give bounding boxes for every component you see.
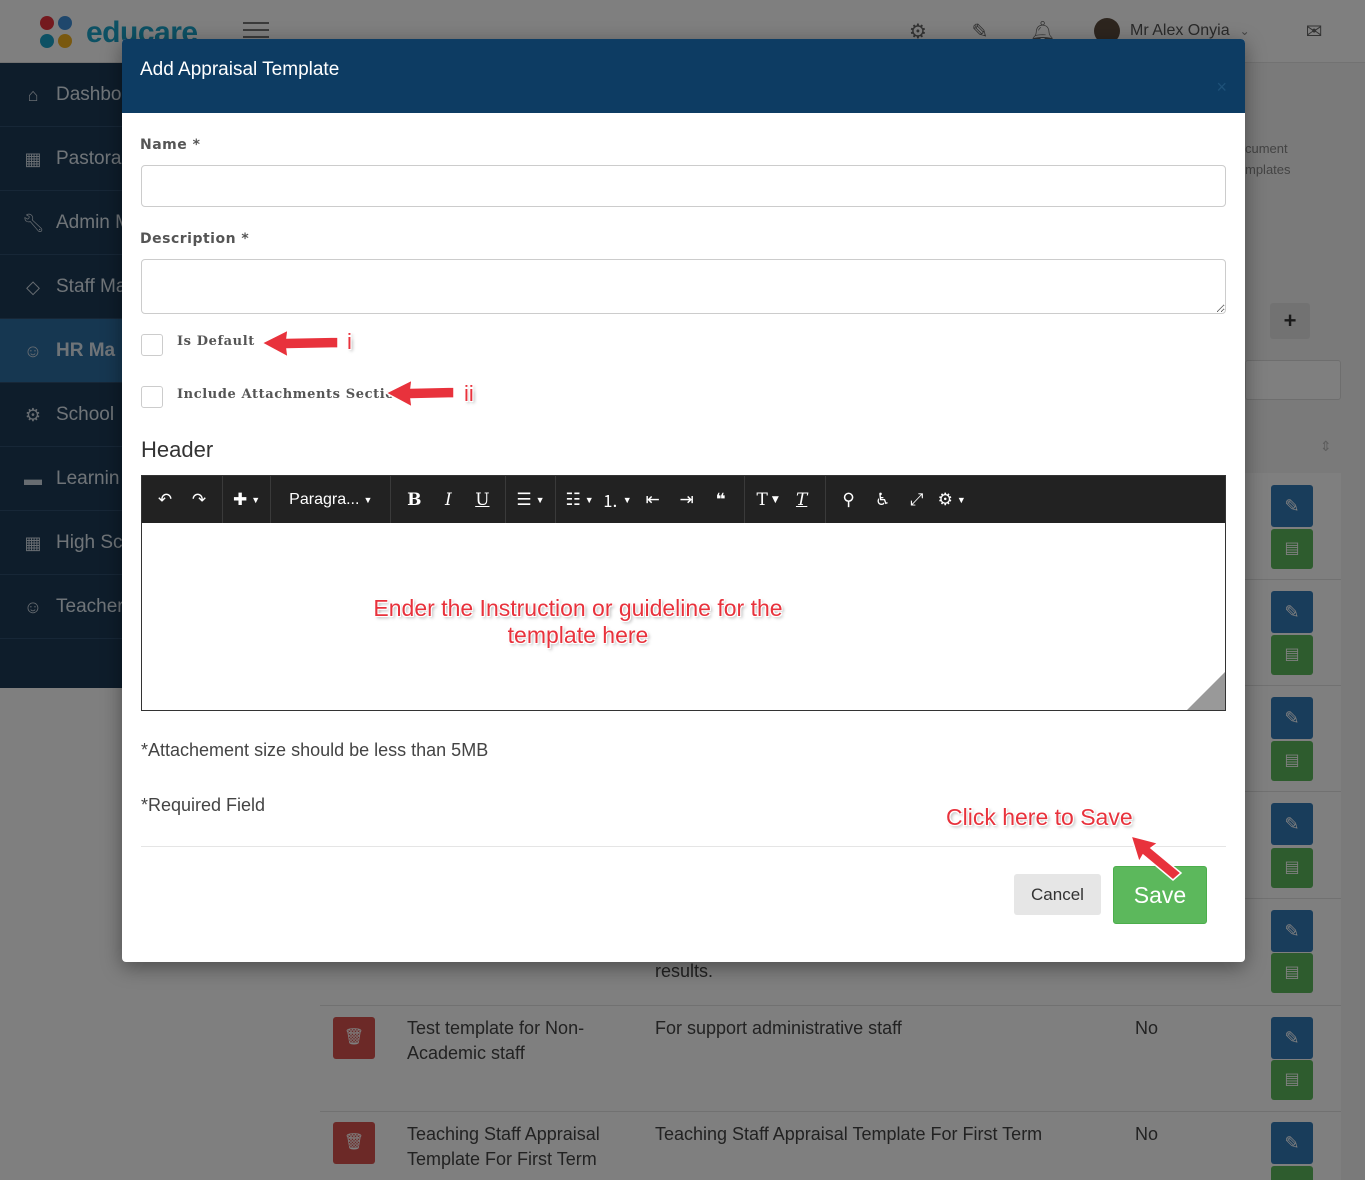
annotation-marker-i: i (347, 329, 352, 354)
annotation-editor-hint: Ender the Instruction or guideline for t… (373, 595, 783, 648)
annotation-marker-ii: ii (464, 381, 474, 406)
arrow-icon (260, 328, 339, 359)
arrow-icon (384, 378, 455, 409)
arrow-icon (1129, 834, 1183, 881)
annotation-save-hint: Click here to Save (946, 804, 1133, 830)
annotation-arrows (260, 328, 1183, 881)
